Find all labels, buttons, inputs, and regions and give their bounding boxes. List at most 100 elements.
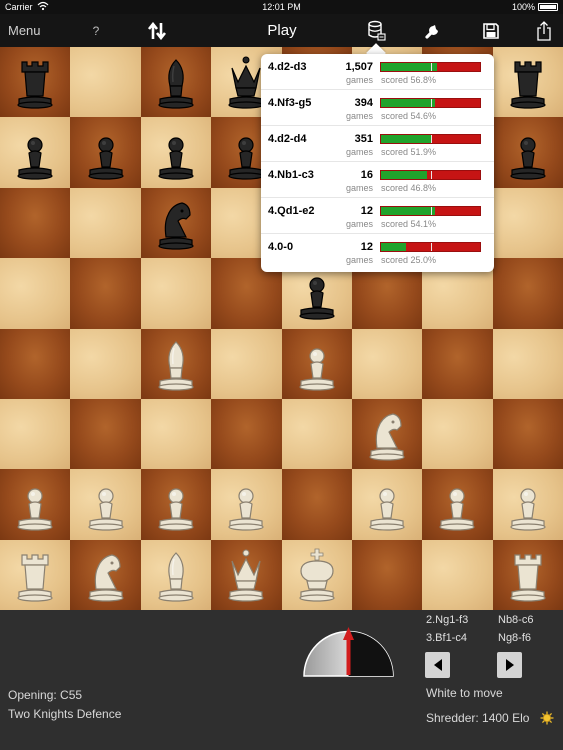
white-pawn-icon[interactable] <box>0 469 70 539</box>
square-a4[interactable] <box>0 328 71 399</box>
square-f2[interactable] <box>351 469 423 540</box>
white-pawn-icon[interactable] <box>282 329 352 399</box>
white-pawn-icon[interactable] <box>493 469 563 539</box>
white-rook-icon[interactable] <box>493 540 563 610</box>
square-f3[interactable] <box>351 398 423 470</box>
square-h2[interactable] <box>492 469 563 540</box>
engine-level-label[interactable]: Shredder: 1400 Elo <box>426 711 529 725</box>
square-e3[interactable] <box>281 398 352 470</box>
black-pawn-icon[interactable] <box>141 117 211 187</box>
square-a7[interactable] <box>0 117 71 188</box>
white-knight-icon[interactable] <box>70 540 140 610</box>
square-h5[interactable] <box>492 258 563 329</box>
black-pawn-icon[interactable] <box>0 117 70 187</box>
square-e4[interactable] <box>281 328 352 399</box>
black-rook-icon[interactable] <box>493 47 563 117</box>
black-bishop-icon[interactable] <box>141 47 211 117</box>
square-a3[interactable] <box>0 398 71 470</box>
white-king-icon[interactable] <box>282 540 352 610</box>
square-d1[interactable] <box>211 539 282 610</box>
book-move-games-label: games <box>345 75 373 85</box>
book-move-name: 4.Nb1-c3 <box>268 169 314 181</box>
square-c4[interactable] <box>140 328 212 399</box>
book-move-row[interactable]: 4.d2-d3 1,507 games scored 56.8% <box>261 54 494 90</box>
help-button[interactable]: ? <box>88 14 104 47</box>
square-b3[interactable] <box>70 398 141 470</box>
square-b5[interactable] <box>70 258 141 329</box>
square-f1[interactable] <box>351 539 423 610</box>
book-move-row[interactable]: 4.0-0 12 games scored 25.0% <box>261 234 494 270</box>
black-knight-icon[interactable] <box>141 188 211 258</box>
square-c5[interactable] <box>140 258 212 329</box>
share-icon[interactable] <box>533 14 555 47</box>
square-a6[interactable] <box>0 187 71 259</box>
move-black[interactable]: Nb8-c6 <box>498 614 533 626</box>
white-pawn-icon[interactable] <box>70 469 140 539</box>
square-b2[interactable] <box>70 469 141 540</box>
book-move-row[interactable]: 4.Nf3-g5 394 games scored 54.6% <box>261 90 494 126</box>
white-pawn-icon[interactable] <box>141 469 211 539</box>
square-c8[interactable] <box>140 47 212 118</box>
square-g3[interactable] <box>422 398 493 470</box>
white-pawn-icon[interactable] <box>211 469 281 539</box>
move-white[interactable]: 3.Bf1-c4 <box>426 632 467 644</box>
square-c6[interactable] <box>140 187 212 259</box>
database-icon[interactable] <box>364 14 388 47</box>
square-g2[interactable] <box>422 469 493 540</box>
square-b4[interactable] <box>70 328 141 399</box>
square-a5[interactable] <box>0 258 71 329</box>
white-pawn-icon[interactable] <box>422 469 492 539</box>
black-pawn-icon[interactable] <box>70 117 140 187</box>
save-icon[interactable] <box>479 14 503 47</box>
white-pawn-icon[interactable] <box>352 469 422 539</box>
white-queen-icon[interactable] <box>211 540 281 610</box>
square-h7[interactable] <box>492 117 563 188</box>
previous-move-button[interactable] <box>425 652 450 678</box>
square-b8[interactable] <box>70 47 141 118</box>
square-h1[interactable] <box>492 539 563 610</box>
menu-button[interactable]: Menu <box>8 14 41 47</box>
square-g4[interactable] <box>422 328 493 399</box>
book-move-row[interactable]: 4.d2-d4 351 games scored 51.9% <box>261 126 494 162</box>
square-h6[interactable] <box>492 187 563 259</box>
square-c1[interactable] <box>140 539 212 610</box>
square-c7[interactable] <box>140 117 212 188</box>
square-a2[interactable] <box>0 469 71 540</box>
book-move-row[interactable]: 4.Nb1-c3 16 games scored 46.8% <box>261 162 494 198</box>
wrench-icon[interactable] <box>421 14 445 47</box>
white-rook-icon[interactable] <box>0 540 70 610</box>
white-bishop-icon[interactable] <box>141 329 211 399</box>
square-e1[interactable] <box>281 539 352 610</box>
square-g1[interactable] <box>422 539 493 610</box>
square-c3[interactable] <box>140 398 212 470</box>
square-f4[interactable] <box>351 328 423 399</box>
square-h3[interactable] <box>492 398 563 470</box>
square-h4[interactable] <box>492 328 563 399</box>
square-e2[interactable] <box>281 469 352 540</box>
score-bar-midline <box>430 135 432 143</box>
next-move-button[interactable] <box>497 652 522 678</box>
black-pawn-icon[interactable] <box>493 117 563 187</box>
book-move-row[interactable]: 4.Qd1-e2 12 games scored 54.1% <box>261 198 494 234</box>
book-move-count: 394 <box>354 97 373 109</box>
black-rook-icon[interactable] <box>0 47 70 117</box>
square-h8[interactable] <box>492 47 563 118</box>
sun-icon[interactable] <box>540 711 554 725</box>
score-bar <box>380 134 481 144</box>
square-a1[interactable] <box>0 539 71 610</box>
score-bar-midline <box>430 243 432 251</box>
square-d2[interactable] <box>211 469 282 540</box>
square-b1[interactable] <box>70 539 141 610</box>
move-white[interactable]: 2.Ng1-f3 <box>426 614 468 626</box>
flip-board-icon[interactable] <box>145 14 169 47</box>
triangle-right-icon <box>505 659 514 671</box>
square-d4[interactable] <box>211 328 282 399</box>
white-knight-icon[interactable] <box>352 399 422 469</box>
square-c2[interactable] <box>140 469 212 540</box>
square-b7[interactable] <box>70 117 141 188</box>
square-d3[interactable] <box>211 398 282 470</box>
white-bishop-icon[interactable] <box>141 540 211 610</box>
square-a8[interactable] <box>0 47 71 118</box>
move-black[interactable]: Ng8-f6 <box>498 632 531 644</box>
square-b6[interactable] <box>70 187 141 259</box>
